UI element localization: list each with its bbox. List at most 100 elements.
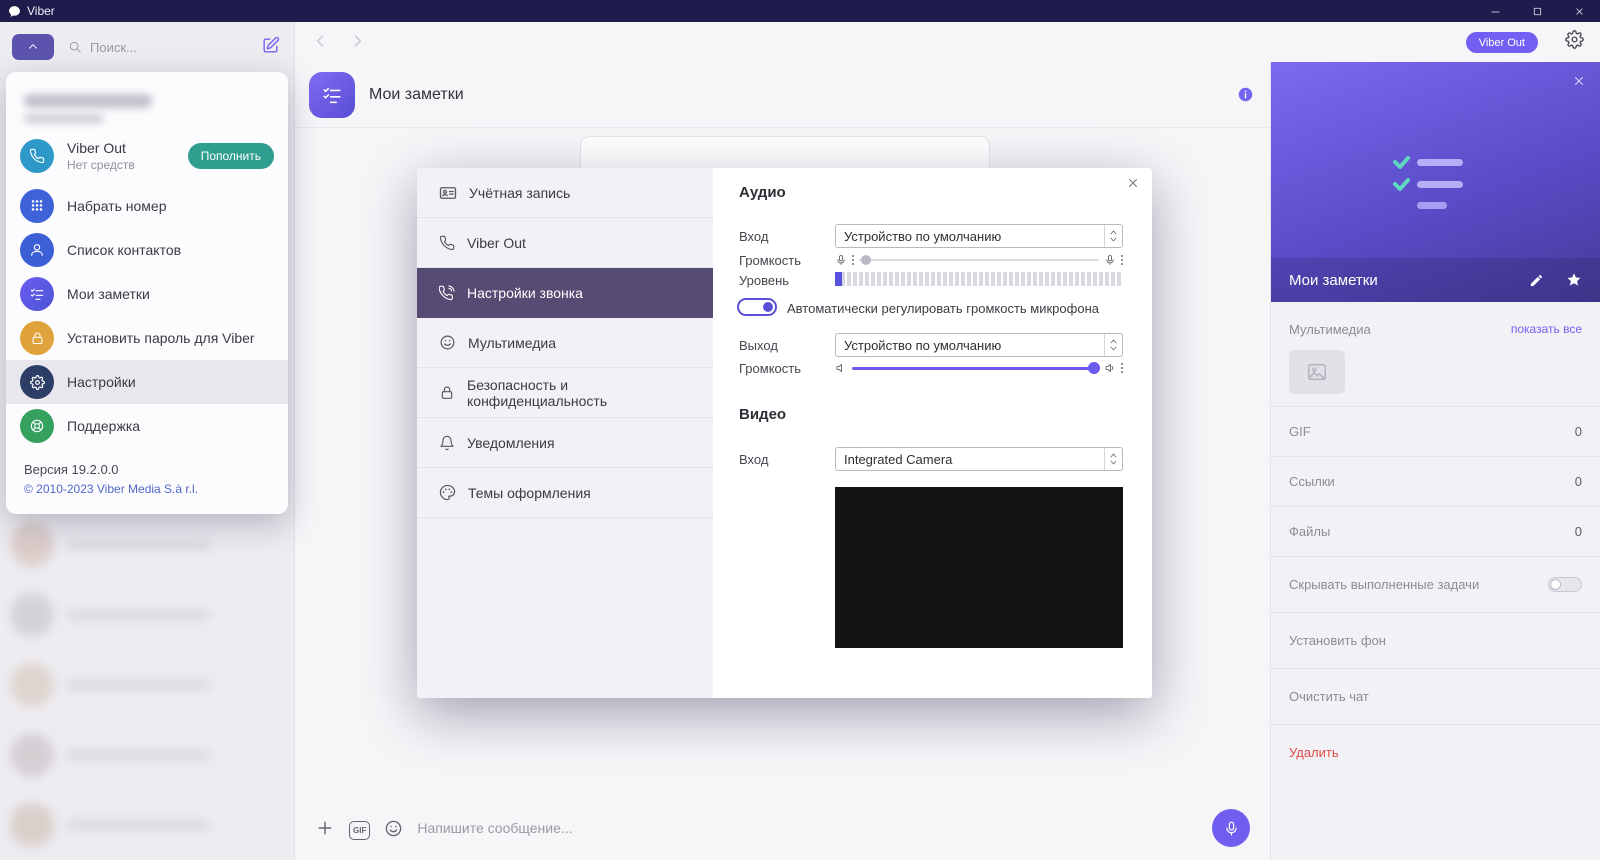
copyright-link[interactable]: © 2010-2023 Viber Media S.à r.l. (24, 482, 198, 496)
slider-thumb[interactable] (1088, 361, 1100, 374)
speaker-loud-icon (1104, 362, 1116, 374)
rename-button[interactable] (1529, 273, 1544, 288)
user-name-blurred (24, 94, 152, 108)
links-row[interactable]: Ссылки 0 (1271, 456, 1600, 506)
media-thumbnail[interactable] (1289, 350, 1345, 394)
set-background-row[interactable]: Установить фон (1271, 612, 1600, 668)
hide-done-tasks-label: Скрывать выполненные задачи (1289, 577, 1480, 592)
menu-item-support[interactable]: Поддержка (6, 404, 288, 448)
chat-list-item[interactable] (10, 797, 285, 853)
settings-tab-label: Viber Out (467, 234, 526, 251)
settings-tab-privacy[interactable]: Безопасность и конфиденциальность (417, 368, 713, 418)
chat-list-item[interactable] (10, 727, 285, 783)
attach-button[interactable] (315, 818, 335, 838)
viber-out-title: Viber Out (67, 140, 126, 156)
compose-button[interactable] (261, 36, 280, 55)
slider-thumb[interactable] (861, 255, 871, 265)
settings-tab-label: Настройки звонка (467, 284, 583, 301)
mic-button[interactable] (1212, 809, 1250, 847)
output-volume-slider[interactable] (835, 360, 1123, 376)
chat-list-item[interactable] (10, 657, 285, 713)
input-device-select[interactable]: Устройство по умолчанию (835, 224, 1123, 248)
device-menu-icon[interactable] (1121, 255, 1123, 265)
info-panel-titlebar: Мои заметки (1271, 258, 1600, 302)
hide-tasks-toggle[interactable] (1548, 577, 1582, 592)
video-heading: Видео (739, 406, 787, 423)
settings-tab-label: Уведомления (467, 434, 555, 451)
slider-track[interactable] (859, 255, 1099, 265)
camera-select[interactable]: Integrated Camera (835, 447, 1123, 471)
show-all-link[interactable]: показать все (1511, 322, 1582, 336)
top-up-button[interactable]: Пополнить (187, 143, 274, 169)
device-menu-icon[interactable] (1121, 363, 1123, 373)
settings-tab-call-settings[interactable]: Настройки звонка (417, 268, 713, 318)
settings-tab-themes[interactable]: Темы оформления (417, 468, 713, 518)
search-input[interactable] (90, 39, 210, 55)
message-bar: GIF (295, 796, 1270, 860)
stepper-icon[interactable] (1104, 225, 1122, 247)
pencil-icon (1529, 273, 1544, 288)
stepper-icon[interactable] (1104, 334, 1122, 356)
device-menu-icon[interactable] (852, 255, 854, 265)
user-phone-blurred (24, 114, 104, 123)
notes-illustration-icon (1391, 154, 1469, 212)
stepper-icon[interactable] (1104, 448, 1122, 470)
menu-item-my-notes[interactable]: Мои заметки (6, 272, 288, 316)
avatar (10, 733, 54, 777)
menu-item-label: Поддержка (67, 418, 141, 434)
output-device-select[interactable]: Устройство по умолчанию (835, 333, 1123, 357)
minimize-button[interactable] (1474, 0, 1516, 22)
gif-button[interactable]: GIF (349, 820, 371, 840)
toolbar: Viber Out (295, 22, 1600, 62)
chevron-up-icon (26, 40, 40, 54)
chat-list-item[interactable] (10, 587, 285, 643)
close-button[interactable] (1558, 0, 1600, 22)
image-icon (1306, 361, 1328, 383)
settings-tab-viber-out[interactable]: Viber Out (417, 218, 713, 268)
info-button[interactable] (1237, 86, 1254, 103)
settings-tab-notifications[interactable]: Уведомления (417, 418, 713, 468)
menu-item-set-password[interactable]: Установить пароль для Viber (6, 316, 288, 360)
avatar (10, 523, 54, 567)
chat-list-item[interactable] (10, 517, 285, 573)
chat-name-blurred (66, 750, 211, 760)
search-icon (68, 40, 82, 54)
delete-chat-row[interactable]: Удалить (1271, 724, 1600, 780)
files-row[interactable]: Файлы 0 (1271, 506, 1600, 556)
settings-tab-account[interactable]: Учётная запись (417, 168, 713, 218)
profile-menu-button[interactable] (12, 34, 54, 60)
auto-gain-toggle[interactable] (737, 298, 777, 316)
level-label: Уровень (739, 273, 790, 288)
chat-name-blurred (66, 680, 211, 690)
settings-gear-button[interactable] (1565, 30, 1584, 49)
back-button[interactable] (311, 31, 331, 51)
input-volume-slider[interactable] (835, 252, 1123, 268)
menu-item-viber-out[interactable]: Viber Out Нет средств Пополнить (6, 132, 288, 180)
input-device-value: Устройство по умолчанию (844, 228, 1002, 244)
forward-button[interactable] (347, 31, 367, 51)
message-input[interactable] (417, 820, 1198, 836)
close-settings-button[interactable] (1126, 176, 1140, 190)
viber-out-subtitle: Нет средств (67, 158, 135, 172)
chat-header: Мои заметки (295, 62, 1270, 128)
clear-chat-row[interactable]: Очистить чат (1271, 668, 1600, 724)
viber-out-badge[interactable]: Viber Out (1465, 32, 1538, 53)
mic-level-meter (835, 272, 1123, 286)
sticker-button[interactable] (384, 819, 403, 838)
gif-row[interactable]: GIF 0 (1271, 406, 1600, 456)
menu-item-label: Настройки (67, 374, 136, 390)
close-info-panel-button[interactable] (1572, 74, 1586, 88)
maximize-button[interactable] (1516, 0, 1558, 22)
settings-tab-multimedia[interactable]: Мультимедиа (417, 318, 713, 368)
profile-menu-list: Набрать номер Список контактов Мои замет… (6, 184, 288, 448)
titlebar: Viber (0, 0, 1600, 22)
hide-done-tasks-row: Скрывать выполненные задачи (1271, 556, 1600, 612)
chat-name-blurred (66, 540, 211, 550)
slider-track[interactable] (852, 361, 1100, 374)
favorite-button[interactable] (1566, 272, 1582, 288)
info-icon (1237, 86, 1254, 103)
menu-item-contacts[interactable]: Список контактов (6, 228, 288, 272)
menu-item-dial-number[interactable]: Набрать номер (6, 184, 288, 228)
menu-item-settings[interactable]: Настройки (6, 360, 288, 404)
smiley-icon (439, 334, 456, 351)
